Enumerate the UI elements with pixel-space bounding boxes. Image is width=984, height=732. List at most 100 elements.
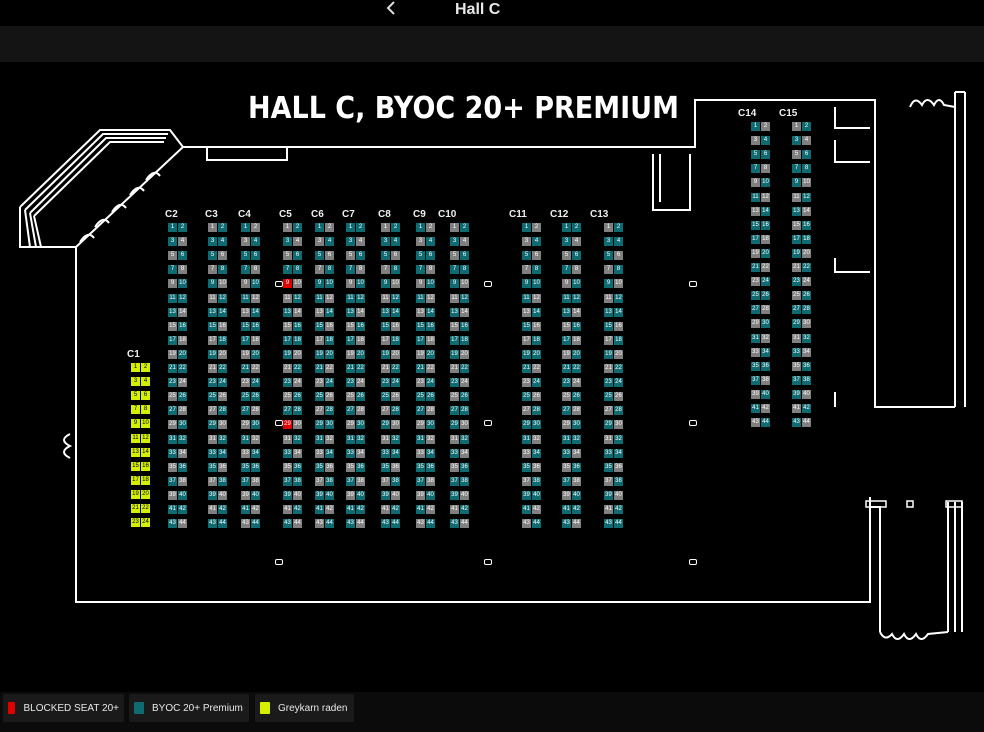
seat[interactable]: 40	[614, 490, 623, 500]
seat[interactable]: 40	[218, 490, 227, 500]
seat[interactable]: 31	[315, 434, 324, 444]
seat[interactable]: 22	[426, 364, 435, 373]
seat[interactable]: 27	[381, 406, 390, 416]
legend-greykarn[interactable]: Greykarn raden	[255, 694, 354, 722]
seat[interactable]: 10	[178, 279, 187, 289]
seat[interactable]: 17	[751, 234, 760, 244]
seat[interactable]: 28	[614, 406, 623, 416]
seat[interactable]: 22	[761, 263, 770, 272]
seat[interactable]: 36	[325, 462, 334, 472]
seat[interactable]: 19	[381, 349, 390, 359]
seat[interactable]: 21	[792, 263, 801, 272]
seat[interactable]: 17	[381, 335, 390, 345]
seat[interactable]: 29	[416, 420, 425, 430]
seat[interactable]: 2	[460, 223, 469, 232]
seat[interactable]: 3	[168, 237, 177, 247]
seat[interactable]: 13	[241, 307, 250, 317]
seat[interactable]: 5	[450, 251, 459, 261]
seat[interactable]: 42	[178, 505, 187, 514]
seat[interactable]: 9	[450, 279, 459, 289]
seat[interactable]: 1	[168, 223, 177, 232]
seat[interactable]: 25	[241, 392, 250, 402]
seat[interactable]: 8	[460, 265, 469, 275]
seat[interactable]: 37	[604, 476, 613, 486]
seat[interactable]: 8	[572, 265, 581, 275]
seat[interactable]: 12	[426, 293, 435, 303]
seat[interactable]: 8	[426, 265, 435, 275]
seat[interactable]: 23	[241, 378, 250, 388]
seat[interactable]: 35	[241, 462, 250, 472]
seat[interactable]: 32	[572, 434, 581, 444]
seat[interactable]: 19	[208, 349, 217, 359]
seat[interactable]: 29	[522, 420, 531, 430]
seat[interactable]: 26	[218, 392, 227, 402]
seat[interactable]: 32	[218, 434, 227, 444]
seat[interactable]: 14	[178, 307, 187, 317]
seat[interactable]: 28	[532, 406, 541, 416]
seat[interactable]: 16	[391, 321, 400, 331]
seat[interactable]: 25	[346, 392, 355, 402]
seat[interactable]: 33	[168, 448, 177, 458]
seat[interactable]: 18	[426, 335, 435, 345]
seat[interactable]: 29	[315, 420, 324, 430]
seat[interactable]: 36	[802, 361, 811, 371]
seat[interactable]: 3	[522, 237, 531, 247]
seat[interactable]: 25	[381, 392, 390, 402]
seat[interactable]: 6	[426, 251, 435, 261]
seat[interactable]: 12	[218, 293, 227, 303]
seat[interactable]: 30	[802, 319, 811, 329]
seat[interactable]: 7	[751, 164, 760, 174]
seat[interactable]: 27	[208, 406, 217, 416]
seat[interactable]: 31	[241, 434, 250, 444]
seat[interactable]: 1	[346, 223, 355, 232]
seat[interactable]: 23	[450, 378, 459, 388]
seat[interactable]: 25	[283, 392, 292, 402]
seat[interactable]: 29	[562, 420, 571, 430]
seat[interactable]: 5	[562, 251, 571, 261]
seat[interactable]: 26	[356, 392, 365, 402]
seat[interactable]: 23	[751, 277, 760, 287]
seat[interactable]: 16	[460, 321, 469, 331]
seat[interactable]: 27	[283, 406, 292, 416]
seat[interactable]: 25	[604, 392, 613, 402]
seat[interactable]: 18	[614, 335, 623, 345]
seat[interactable]: 21	[346, 364, 355, 373]
seat[interactable]: 18	[572, 335, 581, 345]
seat[interactable]: 44	[391, 519, 400, 529]
seat[interactable]: 19	[450, 349, 459, 359]
seat[interactable]: 29	[241, 420, 250, 430]
seat[interactable]: 30	[532, 420, 541, 430]
seat[interactable]: 44	[251, 519, 260, 529]
seat[interactable]: 27	[751, 305, 760, 315]
seat[interactable]: 13	[315, 307, 324, 317]
seat[interactable]: 38	[761, 375, 770, 385]
seat[interactable]: 3	[416, 237, 425, 247]
seat[interactable]: 43	[792, 418, 801, 428]
seat[interactable]: 39	[416, 490, 425, 500]
seat[interactable]: 17	[346, 335, 355, 345]
seat[interactable]: 22	[325, 364, 334, 373]
seat[interactable]: 11	[792, 192, 801, 202]
seat[interactable]: 12	[356, 293, 365, 303]
seat[interactable]: 30	[460, 420, 469, 430]
seat[interactable]: 35	[416, 462, 425, 472]
seat[interactable]: 2	[614, 223, 623, 232]
seat[interactable]: 43	[315, 519, 324, 529]
seat[interactable]: 33	[522, 448, 531, 458]
seat[interactable]: 43	[562, 519, 571, 529]
seat[interactable]: 23	[346, 378, 355, 388]
seat[interactable]: 27	[416, 406, 425, 416]
seat[interactable]: 25	[792, 291, 801, 301]
seat[interactable]: 9	[792, 178, 801, 188]
seat[interactable]: 36	[532, 462, 541, 472]
seat[interactable]: 2	[251, 223, 260, 232]
seat[interactable]: 20	[141, 489, 150, 499]
seat[interactable]: 15	[792, 220, 801, 230]
seat[interactable]: 17	[792, 234, 801, 244]
seat[interactable]: 14	[532, 307, 541, 317]
seat[interactable]: 37	[168, 476, 177, 486]
seat[interactable]: 41	[562, 505, 571, 514]
seat[interactable]: 19	[522, 349, 531, 359]
seat[interactable]: 20	[614, 349, 623, 359]
seat[interactable]: 26	[426, 392, 435, 402]
